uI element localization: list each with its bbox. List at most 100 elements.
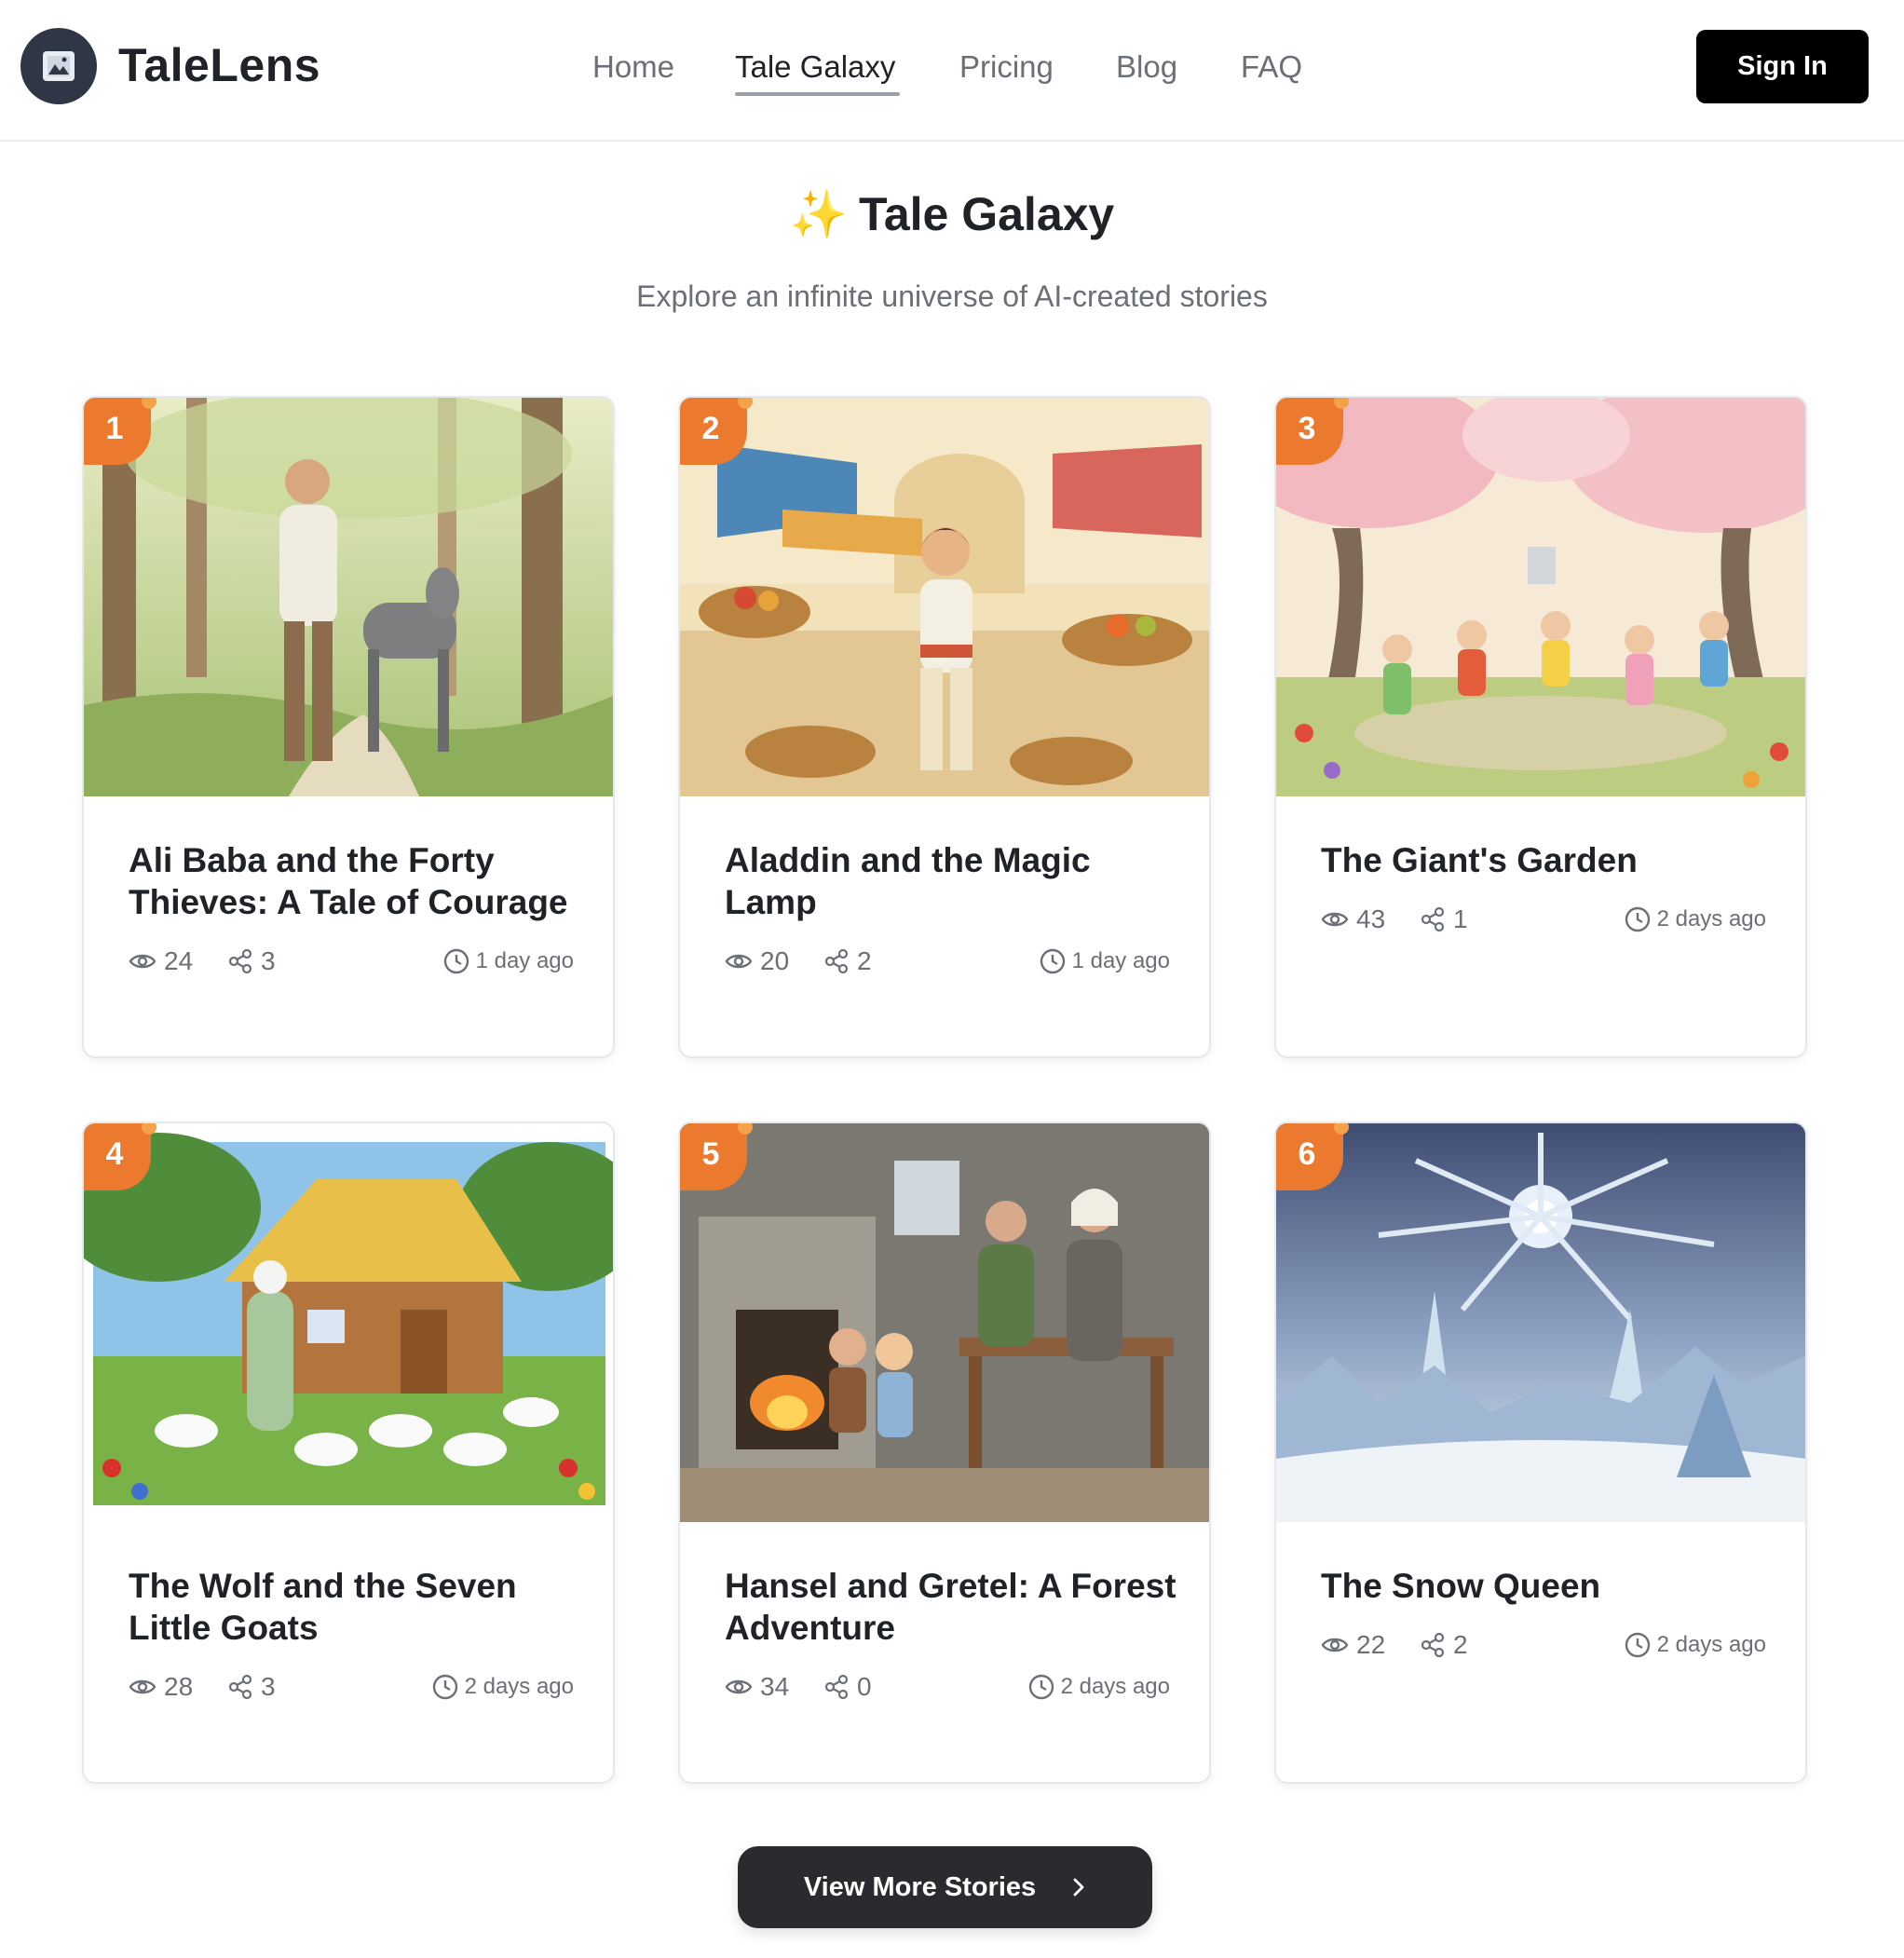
nav-tale-galaxy[interactable]: Tale Galaxy bbox=[735, 48, 895, 86]
timestamp: 2 days ago bbox=[1027, 1668, 1170, 1706]
shares-stat[interactable]: 0 bbox=[823, 1668, 872, 1706]
view-more-stories-button[interactable]: View More Stories bbox=[738, 1846, 1152, 1928]
shares-count: 0 bbox=[857, 1672, 872, 1701]
rank-badge: 1 bbox=[84, 398, 156, 465]
shares-stat[interactable]: 2 bbox=[1420, 1626, 1468, 1664]
page-title: ✨ Tale Galaxy bbox=[0, 184, 1904, 244]
rank-badge: 3 bbox=[1276, 398, 1349, 465]
views-count: 22 bbox=[1356, 1630, 1386, 1659]
shares-count: 3 bbox=[261, 946, 276, 975]
story-title[interactable]: The Wolf and the Seven Little Goats bbox=[129, 1565, 585, 1649]
time-text: 1 day ago bbox=[475, 948, 574, 973]
rank-badge: 6 bbox=[1276, 1123, 1349, 1190]
share-icon bbox=[228, 948, 252, 974]
page-title-text: Tale Galaxy bbox=[859, 188, 1115, 240]
story-meta: 20 2 1 day ago bbox=[725, 943, 1170, 980]
share-icon bbox=[824, 1674, 849, 1700]
story-card-6[interactable]: 6 The Snow Queen 22 2 2 days ago bbox=[1274, 1122, 1807, 1784]
nav-faq[interactable]: FAQ bbox=[1241, 48, 1302, 86]
shares-stat[interactable]: 3 bbox=[227, 1668, 276, 1706]
logo-icon[interactable] bbox=[20, 28, 97, 104]
share-icon bbox=[1421, 906, 1445, 932]
views-count: 43 bbox=[1356, 904, 1386, 933]
time-text: 2 days ago bbox=[1060, 1674, 1170, 1699]
story-meta: 28 3 2 days ago bbox=[129, 1668, 574, 1706]
story-thumbnail-blossom-garden[interactable] bbox=[1276, 398, 1805, 796]
time-text: 2 days ago bbox=[1656, 1632, 1766, 1657]
eye-icon bbox=[1321, 1638, 1349, 1652]
eye-icon bbox=[725, 1679, 753, 1694]
story-card-2[interactable]: 2 Aladdin and the Magic Lamp 20 2 1 day … bbox=[678, 396, 1211, 1058]
shares-stat[interactable]: 2 bbox=[823, 943, 872, 980]
story-title[interactable]: The Giant's Garden bbox=[1321, 839, 1777, 881]
story-title[interactable]: Hansel and Gretel: A Forest Adventure bbox=[725, 1565, 1181, 1649]
sign-in-button[interactable]: Sign In bbox=[1696, 30, 1869, 103]
views-stat: 24 bbox=[129, 943, 193, 980]
views-count: 24 bbox=[164, 946, 194, 975]
shares-count: 2 bbox=[1453, 1630, 1468, 1659]
story-meta: 43 1 2 days ago bbox=[1321, 901, 1766, 938]
timestamp: 2 days ago bbox=[431, 1668, 574, 1706]
timestamp: 1 day ago bbox=[442, 943, 574, 980]
eye-icon bbox=[129, 954, 156, 969]
story-thumbnail-cottage-family[interactable] bbox=[680, 1123, 1209, 1522]
nav-home[interactable]: Home bbox=[592, 48, 674, 86]
views-stat: 28 bbox=[129, 1668, 193, 1706]
rank-badge: 5 bbox=[680, 1123, 753, 1190]
story-title[interactable]: Aladdin and the Magic Lamp bbox=[725, 839, 1181, 923]
story-meta: 22 2 2 days ago bbox=[1321, 1626, 1766, 1664]
story-thumbnail-goats-cottage[interactable] bbox=[84, 1123, 613, 1522]
shares-count: 2 bbox=[857, 946, 872, 975]
story-card-5[interactable]: 5 Hansel and Gretel: A Forest Adventure … bbox=[678, 1122, 1211, 1784]
nav-pricing[interactable]: Pricing bbox=[959, 48, 1054, 86]
views-stat: 20 bbox=[725, 943, 789, 980]
story-thumbnail-ice-mirror[interactable] bbox=[1276, 1123, 1805, 1522]
timestamp: 2 days ago bbox=[1624, 1626, 1766, 1664]
views-count: 34 bbox=[760, 1672, 790, 1701]
clock-icon bbox=[443, 948, 469, 974]
view-more-label: View More Stories bbox=[803, 1871, 1037, 1902]
eye-icon bbox=[1321, 912, 1349, 927]
story-thumbnail-market-boy[interactable] bbox=[680, 398, 1209, 796]
clock-icon bbox=[1040, 948, 1065, 974]
story-card-3[interactable]: 3 The Giant's Garden 43 1 2 days ago bbox=[1274, 396, 1807, 1058]
sparkles-icon: ✨ bbox=[789, 188, 848, 240]
story-title[interactable]: The Snow Queen bbox=[1321, 1565, 1777, 1607]
views-count: 20 bbox=[760, 946, 790, 975]
page-subtitle: Explore an infinite universe of AI-creat… bbox=[636, 279, 1268, 313]
clock-icon bbox=[1625, 1632, 1650, 1658]
timestamp: 2 days ago bbox=[1624, 901, 1766, 938]
time-text: 2 days ago bbox=[464, 1674, 574, 1699]
story-card-4[interactable]: 4 The Wolf and the Seven Little Goats 28… bbox=[82, 1122, 615, 1784]
views-stat: 34 bbox=[725, 1668, 789, 1706]
nav-blog[interactable]: Blog bbox=[1116, 48, 1177, 86]
story-meta: 24 3 1 day ago bbox=[129, 943, 574, 980]
views-stat: 22 bbox=[1321, 1626, 1385, 1664]
eye-icon bbox=[129, 1679, 156, 1694]
clock-icon bbox=[1625, 906, 1650, 932]
rank-badge: 4 bbox=[84, 1123, 156, 1190]
shares-stat[interactable]: 3 bbox=[227, 943, 276, 980]
share-icon bbox=[1421, 1632, 1445, 1658]
share-icon bbox=[824, 948, 849, 974]
clock-icon bbox=[432, 1674, 457, 1700]
shares-stat[interactable]: 1 bbox=[1420, 901, 1468, 938]
time-text: 1 day ago bbox=[1071, 948, 1170, 973]
share-icon bbox=[228, 1674, 252, 1700]
views-count: 28 bbox=[164, 1672, 194, 1701]
story-thumbnail-forest-woodcutter[interactable] bbox=[84, 398, 613, 796]
rank-badge: 2 bbox=[680, 398, 753, 465]
story-card-1[interactable]: 1 Ali Baba and the Forty Thieves: A Tale… bbox=[82, 396, 615, 1058]
brand-name[interactable]: TaleLens bbox=[118, 39, 320, 91]
views-stat: 43 bbox=[1321, 901, 1385, 938]
story-title[interactable]: Ali Baba and the Forty Thieves: A Tale o… bbox=[129, 839, 585, 923]
shares-count: 1 bbox=[1453, 904, 1468, 933]
time-text: 2 days ago bbox=[1656, 906, 1766, 931]
chevron-right-icon bbox=[1073, 1878, 1084, 1897]
eye-icon bbox=[725, 954, 753, 969]
story-meta: 34 0 2 days ago bbox=[725, 1668, 1170, 1706]
top-navbar: TaleLens Home Tale Galaxy Pricing Blog F… bbox=[0, 0, 1904, 142]
timestamp: 1 day ago bbox=[1039, 943, 1170, 980]
active-nav-underline bbox=[735, 92, 900, 96]
clock-icon bbox=[1028, 1674, 1054, 1700]
